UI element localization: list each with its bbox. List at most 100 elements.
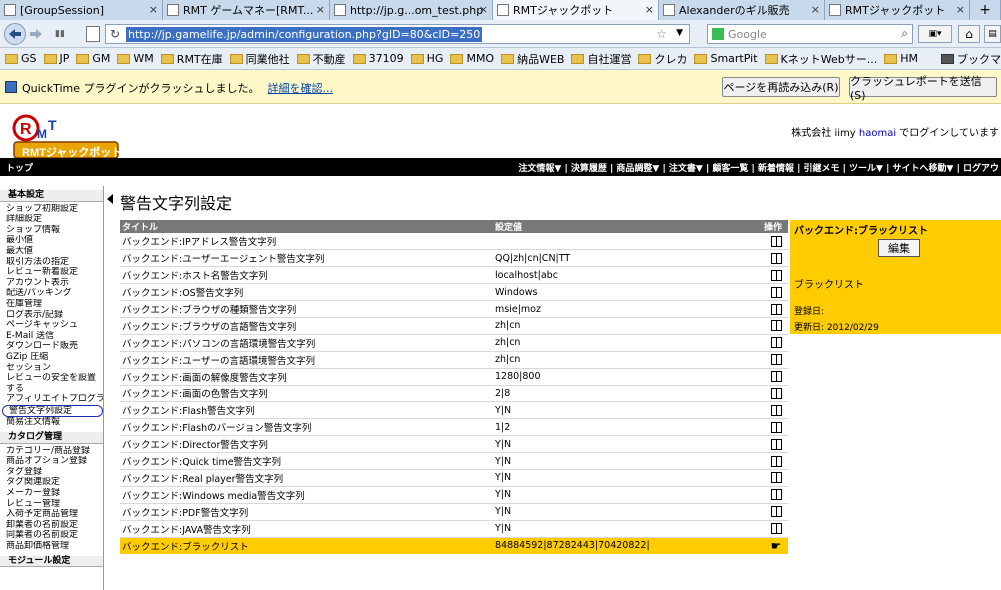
info-icon[interactable] — [770, 235, 782, 247]
url-text[interactable]: http://jp.gamelife.jp/admin/configuratio… — [126, 26, 483, 42]
pointer-hand-icon[interactable]: ☛ — [771, 539, 782, 553]
sidebar-item[interactable]: セッション — [0, 363, 103, 374]
info-icon[interactable] — [770, 455, 782, 467]
table-row[interactable]: バックエンド:パソコンの言語環境警告文字列 zh|cn — [120, 334, 788, 352]
info-icon[interactable] — [770, 286, 782, 298]
row-op[interactable] — [762, 351, 788, 369]
menu-button[interactable]: ▤ — [984, 25, 1001, 43]
sidebar-item[interactable]: ショップ初期設定 — [0, 204, 103, 215]
sidebar-item[interactable]: ページキャッシュ — [0, 320, 103, 331]
row-op[interactable] — [762, 283, 788, 302]
row-op[interactable] — [762, 368, 788, 386]
info-icon[interactable] — [770, 303, 782, 315]
info-icon[interactable] — [770, 421, 782, 433]
row-op[interactable] — [762, 266, 788, 285]
sidebar-item[interactable]: 最小値 — [0, 235, 103, 246]
sidebar-item[interactable]: メーカー登録 — [0, 488, 103, 499]
row-op[interactable] — [762, 317, 788, 335]
row-op[interactable] — [762, 503, 788, 521]
row-op[interactable] — [762, 385, 788, 403]
sidebar-item[interactable]: 簡易注文情報 — [0, 417, 103, 428]
sidebar-item[interactable]: タグ登録 — [0, 467, 103, 478]
bookmark-item[interactable]: GM — [76, 52, 110, 65]
table-row[interactable]: バックエンド:画面の解像度警告文字列 1280|800 — [120, 368, 788, 386]
close-tab-icon[interactable]: × — [479, 3, 488, 16]
row-op[interactable] — [762, 401, 788, 420]
bookmark-item[interactable]: GS — [5, 52, 37, 65]
site-logo[interactable]: R M T RMTジャックポット — [12, 114, 122, 160]
row-op[interactable] — [762, 486, 788, 504]
edit-button[interactable]: 編集 — [878, 239, 920, 257]
details-link[interactable]: 詳細を確認... — [268, 82, 334, 95]
reload-page-button[interactable]: ページを再読み込み(R) — [722, 77, 840, 97]
sidebar-item[interactable]: E-Mail 送信 — [0, 331, 103, 342]
browser-tab[interactable]: RMT ゲームマネー[RMT... × — [163, 0, 330, 20]
sidebar-item[interactable]: ショップ情報 — [0, 225, 103, 236]
info-icon[interactable] — [770, 252, 782, 264]
bookmark-item[interactable]: 不動産 — [296, 51, 346, 67]
table-row[interactable]: バックエンド:ユーザーの言語環境警告文字列 zh|cn — [120, 351, 788, 369]
table-row[interactable]: バックエンド:画面の色警告文字列 2|8 — [120, 385, 788, 403]
row-op[interactable]: ☛ — [762, 537, 788, 554]
row-op[interactable] — [762, 300, 788, 318]
table-row[interactable]: バックエンド:IPアドレス警告文字列 — [120, 233, 788, 251]
table-row[interactable]: バックエンド:Quick time警告文字列 Y|N — [120, 452, 788, 470]
close-tab-icon[interactable]: × — [956, 3, 965, 16]
close-tab-icon[interactable]: × — [645, 3, 654, 16]
row-op[interactable] — [762, 334, 788, 352]
close-tab-icon[interactable]: × — [316, 3, 325, 16]
bookmarks-menu[interactable]: ブックマ — [941, 51, 1001, 67]
bookmark-item[interactable]: JP — [43, 52, 69, 65]
info-icon[interactable] — [770, 269, 782, 281]
table-row[interactable]: バックエンド:Windows media警告文字列 Y|N — [120, 486, 788, 504]
info-icon[interactable] — [770, 523, 782, 535]
table-row[interactable]: バックエンド:JAVA警告文字列 Y|N — [120, 520, 788, 538]
sidebar-item[interactable]: アカウント表示 — [0, 278, 103, 289]
sidebar-item[interactable]: 入荷予定商品管理 — [0, 509, 103, 520]
info-icon[interactable] — [770, 387, 782, 399]
history-dropdown-icon[interactable]: ▮▮ — [52, 26, 68, 42]
row-op[interactable] — [762, 520, 788, 538]
nav-menu-links[interactable]: 注文情報▼ | 決算履歴 | 商品調整▼ | 注文書▼ | 顧客一覧 | 新着情… — [518, 161, 999, 174]
back-button[interactable] — [4, 23, 26, 45]
home-button[interactable]: ⌂ — [958, 25, 980, 43]
bookmark-item[interactable]: 同業他社 — [229, 51, 290, 67]
sidebar-item[interactable]: 配送/パッキング — [0, 288, 103, 299]
row-op[interactable] — [762, 452, 788, 470]
bookmark-item[interactable]: WM — [117, 52, 154, 65]
close-tab-icon[interactable]: × — [149, 3, 158, 16]
bookmark-item[interactable]: HM — [884, 52, 918, 65]
sidebar-item[interactable]: アフィリエイトプログラム — [0, 394, 103, 405]
table-row[interactable]: バックエンド:ブラウザの言語警告文字列 zh|cn — [120, 317, 788, 335]
table-row[interactable]: バックエンド:Director警告文字列 Y|N — [120, 435, 788, 454]
bookmark-item[interactable]: 納品WEB — [501, 51, 564, 67]
row-op[interactable] — [762, 469, 788, 487]
sidebar-section-header[interactable]: モジュール設定 — [0, 555, 103, 568]
sidebar-item[interactable]: 最大値 — [0, 246, 103, 257]
info-icon[interactable] — [770, 506, 782, 518]
sidebar-item[interactable]: タグ関連設定 — [0, 477, 103, 488]
send-crash-report-button[interactable]: クラッシュレポートを送信(S) — [849, 75, 997, 102]
sidebar-section-header[interactable]: 基本設定 — [0, 190, 103, 202]
bookmark-item[interactable]: KネットWebサー... — [764, 51, 877, 67]
browser-tab[interactable]: RMTジャックポット × — [493, 0, 659, 20]
info-icon[interactable] — [770, 489, 782, 501]
row-op[interactable] — [762, 233, 788, 251]
table-row[interactable]: バックエンド:ホスト名警告文字列 localhost|abc — [120, 266, 788, 285]
sidebar-item[interactable]: カテゴリー/商品登録 — [0, 446, 103, 457]
sidebar-item-selected[interactable]: 警告文字列設定 — [2, 404, 103, 418]
close-tab-icon[interactable]: × — [811, 3, 820, 16]
search-icon[interactable]: ⌕ — [901, 26, 908, 41]
bookmark-item[interactable]: RMT在庫 — [160, 51, 223, 67]
row-op[interactable] — [762, 418, 788, 437]
info-icon[interactable] — [770, 320, 782, 332]
browser-tab[interactable]: RMTジャックポット × — [825, 0, 970, 20]
table-row[interactable]: バックエンド:OS警告文字列 Windows — [120, 283, 788, 302]
forward-button[interactable] — [28, 26, 44, 42]
table-row[interactable]: バックエンド:PDF警告文字列 Y|N — [120, 503, 788, 521]
sidebar-item[interactable]: 同業者の名前設定 — [0, 530, 103, 541]
info-icon[interactable] — [770, 404, 782, 416]
info-icon[interactable] — [770, 371, 782, 383]
sidebar-item[interactable]: レビュー管理 — [0, 499, 103, 510]
row-op[interactable] — [762, 435, 788, 454]
